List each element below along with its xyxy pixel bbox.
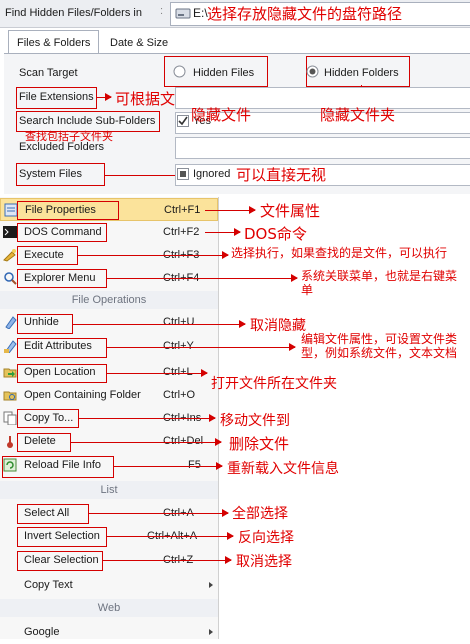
unhide-annotation: 取消隐藏 xyxy=(250,318,306,334)
arrow xyxy=(205,228,241,236)
radio-hidden-files[interactable] xyxy=(173,65,186,78)
unhide-icon xyxy=(5,316,17,329)
arrow xyxy=(78,251,229,259)
delete-annotation: 删除文件 xyxy=(229,435,290,453)
tab-files-folders[interactable]: Files & Folders xyxy=(8,30,100,54)
menu-shortcut: Ctrl+O xyxy=(163,389,196,401)
menu-shortcut: Ctrl+L xyxy=(163,366,193,378)
excluded-folders-label: Excluded Folders xyxy=(19,141,104,153)
highlight-box xyxy=(17,409,79,428)
copy-icon xyxy=(3,411,17,425)
console-icon xyxy=(3,226,17,238)
highlight-box xyxy=(17,338,107,358)
path-input[interactable]: E:\ 选择存放隐藏文件的盘符路径 xyxy=(170,2,470,26)
radio-hidden-folders[interactable] xyxy=(306,65,319,78)
highlight-box xyxy=(17,551,103,571)
drive-icon xyxy=(175,8,191,19)
invert-annotation: 反向选择 xyxy=(238,530,294,546)
section-list: List xyxy=(0,481,218,499)
arrow xyxy=(89,509,229,517)
submenu-arrow-icon xyxy=(209,629,213,635)
highlight-box xyxy=(17,504,89,524)
arrow xyxy=(107,274,298,282)
delete-icon xyxy=(7,436,13,448)
highlight-box xyxy=(17,527,107,547)
explorer-icon xyxy=(4,272,17,285)
hidden-file-annotation: 隐藏文件 xyxy=(191,106,252,124)
search-sub-label: Search Include Sub-Folders xyxy=(19,115,156,127)
folder-search-icon xyxy=(3,391,17,401)
copy-annotation: 移动文件到 xyxy=(220,413,290,429)
menu-shortcut: Ctrl+F2 xyxy=(163,226,200,238)
arrow xyxy=(105,171,184,179)
highlight-box xyxy=(17,433,71,452)
hidden-files-label: Hidden Files xyxy=(193,67,255,79)
execute-icon xyxy=(3,249,16,262)
menu-label: Google xyxy=(24,626,60,638)
open-loc-annotation: 打开文件所在文件夹 xyxy=(211,376,337,392)
reload-annotation: 重新载入文件信息 xyxy=(227,461,339,477)
tab-date-size[interactable]: Date & Size xyxy=(102,33,176,53)
hidden-folders-label: Hidden Folders xyxy=(324,67,399,79)
highlight-box xyxy=(2,456,114,478)
edit-attributes-icon xyxy=(4,340,17,353)
system-files-label: System Files xyxy=(19,168,82,180)
clear-annotation: 取消选择 xyxy=(236,554,292,570)
arrow xyxy=(107,343,296,351)
menu-label: Copy Text xyxy=(24,579,73,591)
arrow xyxy=(107,532,234,540)
arrow xyxy=(107,369,208,377)
folder-open-icon xyxy=(3,368,17,378)
edit-annotation: 编辑文件属性，可设置文件类型，例如系统文件，文本文档 xyxy=(301,332,458,360)
ignored-label: Ignored xyxy=(193,168,231,180)
props-annotation: 文件属性 xyxy=(260,202,321,220)
section-file-operations: File Operations xyxy=(0,291,218,309)
highlight-box xyxy=(17,269,107,288)
highlight-box xyxy=(17,314,73,334)
arrow xyxy=(71,438,222,446)
highlight-box xyxy=(17,364,107,383)
check-icon[interactable] xyxy=(177,115,189,127)
arrow xyxy=(97,93,112,101)
arrow xyxy=(205,206,256,214)
checkbox-icon[interactable] xyxy=(177,168,189,180)
menu-shortcut: Ctrl+Del xyxy=(163,435,204,447)
menu-item-google[interactable]: Google xyxy=(0,621,218,644)
menu-item-copy-text[interactable]: Copy Text xyxy=(0,574,218,597)
tab-bar: Files & Folders Date & Size xyxy=(4,30,470,54)
excluded-folders-field[interactable] xyxy=(175,137,470,159)
section-web: Web xyxy=(0,599,218,617)
system-annotation: 可以直接无视 xyxy=(236,166,327,184)
submenu-arrow-icon xyxy=(209,582,213,588)
menu-shortcut: Ctrl+U xyxy=(163,316,195,328)
file-extensions-label: File Extensions xyxy=(19,91,94,103)
arrow xyxy=(114,462,223,470)
path-prefix: E:\ xyxy=(193,6,208,20)
separator: : xyxy=(160,5,164,17)
menu-label: Open Containing Folder xyxy=(24,389,141,401)
highlight-box xyxy=(17,223,107,242)
menu-shortcut: F5 xyxy=(188,459,201,471)
find-in-label: Find Hidden Files/Folders in xyxy=(5,7,142,19)
highlight-box xyxy=(17,201,119,220)
explorer-annotation: 系统关联菜单，也就是右键菜单 xyxy=(301,269,458,297)
scan-target-label: Scan Target xyxy=(19,67,78,79)
select-all-annotation: 全部选择 xyxy=(232,506,288,522)
execute-annotation: 选择执行，如果查找的是文件，可以执行 xyxy=(231,246,448,260)
hidden-folder-annotation: 隐藏文件夹 xyxy=(320,106,396,124)
menu-item-open-containing-folder[interactable]: Open Containing Folder Ctrl+O xyxy=(0,384,218,407)
arrow xyxy=(79,414,216,422)
dos-annotation: DOS命令 xyxy=(244,225,307,243)
path-annotation: 选择存放隐藏文件的盘符路径 xyxy=(207,5,403,23)
arrow xyxy=(73,320,246,328)
menu-shortcut: Ctrl+Y xyxy=(163,340,194,352)
menu-shortcut: Ctrl+F1 xyxy=(164,204,201,216)
arrow xyxy=(103,556,232,564)
properties-icon xyxy=(4,203,18,217)
highlight-box xyxy=(17,246,78,265)
